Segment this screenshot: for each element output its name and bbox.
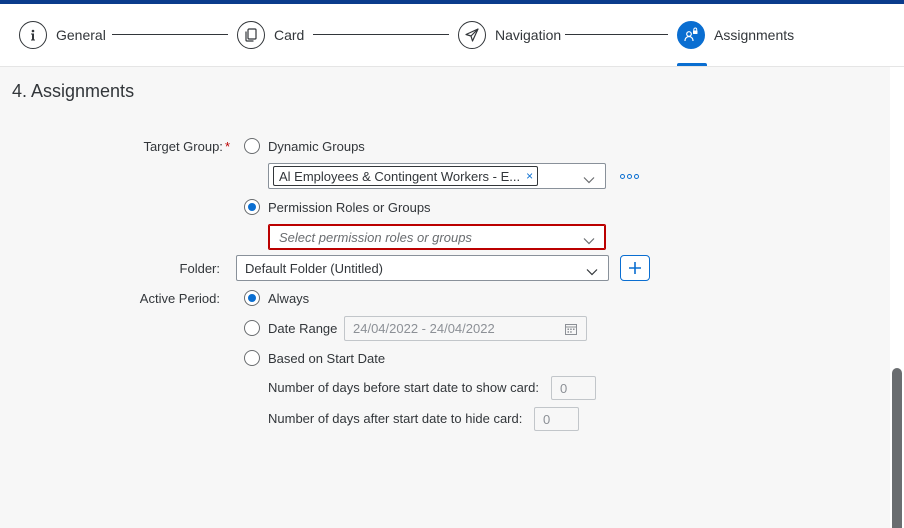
days-before-label: Number of days before start date to show… (268, 380, 539, 395)
chevron-down-icon[interactable] (586, 264, 598, 279)
copy-card-icon (237, 21, 265, 49)
required-marker: * (224, 139, 230, 154)
radio-label: Based on Start Date (268, 350, 386, 366)
add-folder-button[interactable] (620, 255, 650, 281)
radio-permission-roles[interactable]: Permission Roles or Groups (244, 199, 431, 215)
more-options-icon[interactable] (618, 168, 640, 184)
folder-value: Default Folder (Untitled) (245, 260, 383, 276)
permission-placeholder: Select permission roles or groups (279, 229, 472, 245)
radio-based-on-start-date[interactable]: Based on Start Date (244, 350, 385, 366)
permission-roles-combobox[interactable]: Select permission roles or groups (268, 224, 606, 250)
days-before-value: 0 (560, 380, 568, 396)
dynamic-groups-multicombo[interactable]: Al Employees & Contingent Workers - E...… (268, 163, 606, 189)
folder-label: Folder: (179, 261, 220, 276)
radio-label: Always (268, 290, 310, 306)
radio-label: Dynamic Groups (268, 138, 365, 154)
wizard-step-label: Navigation (495, 27, 562, 43)
radio-button[interactable] (244, 350, 260, 366)
active-step-indicator (677, 63, 707, 66)
calendar-icon[interactable] (565, 323, 577, 338)
radio-date-range[interactable]: Date Range (244, 320, 337, 336)
form-content: 4. Assignments Target Group: * Dynamic Gr… (0, 67, 890, 528)
radio-always[interactable]: Always (244, 290, 309, 306)
page-title: 4. Assignments (12, 81, 135, 101)
days-after-input[interactable]: 0 (534, 407, 579, 431)
wizard-step-label: Card (274, 27, 305, 43)
scrollbar-thumb[interactable] (892, 368, 902, 528)
token-remove-icon[interactable]: × (526, 169, 533, 183)
radio-button[interactable] (244, 138, 260, 154)
wizard-progress-bar: General Card Navigation Assignments (0, 4, 904, 67)
radio-dynamic-groups[interactable]: Dynamic Groups (244, 138, 365, 154)
wizard-step-label: General (56, 27, 106, 43)
radio-button[interactable] (244, 320, 260, 336)
plus-icon (629, 262, 641, 274)
step-connector (565, 34, 668, 35)
active-period-label: Active Period: (139, 291, 220, 306)
dot (619, 173, 625, 179)
folder-select[interactable]: Default Folder (Untitled) (236, 255, 609, 281)
info-icon (19, 21, 47, 49)
radio-button[interactable] (244, 199, 260, 215)
radio-label: Date Range (268, 320, 338, 336)
wizard-step-general[interactable]: General (19, 19, 106, 51)
wizard-step-label: Assignments (714, 27, 795, 43)
chevron-down-icon[interactable] (583, 233, 595, 248)
step-connector (313, 34, 449, 35)
wizard-step-card[interactable]: Card (237, 19, 304, 51)
wizard-step-assignments[interactable]: Assignments (677, 19, 794, 51)
days-after-value: 0 (543, 411, 551, 427)
target-group-label: Target Group: * (100, 139, 230, 154)
paper-plane-icon (458, 21, 486, 49)
days-after-label: Number of days after start date to hide … (268, 411, 523, 426)
days-before-input[interactable]: 0 (551, 376, 596, 400)
token-text: Al Employees & Contingent Workers - E... (279, 168, 521, 184)
dot (626, 173, 632, 179)
chevron-down-icon[interactable] (583, 172, 595, 187)
date-range-value: 24/04/2022 - 24/04/2022 (353, 321, 495, 336)
step-connector (112, 34, 228, 35)
selected-group-token: Al Employees & Contingent Workers - E...… (273, 166, 539, 186)
dot (633, 173, 639, 179)
wizard-step-navigation[interactable]: Navigation (458, 19, 561, 51)
person-lock-icon (677, 21, 705, 49)
target-group-label-text: Target Group: (143, 139, 223, 154)
radio-button[interactable] (244, 290, 260, 306)
radio-label: Permission Roles or Groups (268, 199, 431, 215)
date-range-input[interactable]: 24/04/2022 - 24/04/2022 (344, 316, 587, 341)
